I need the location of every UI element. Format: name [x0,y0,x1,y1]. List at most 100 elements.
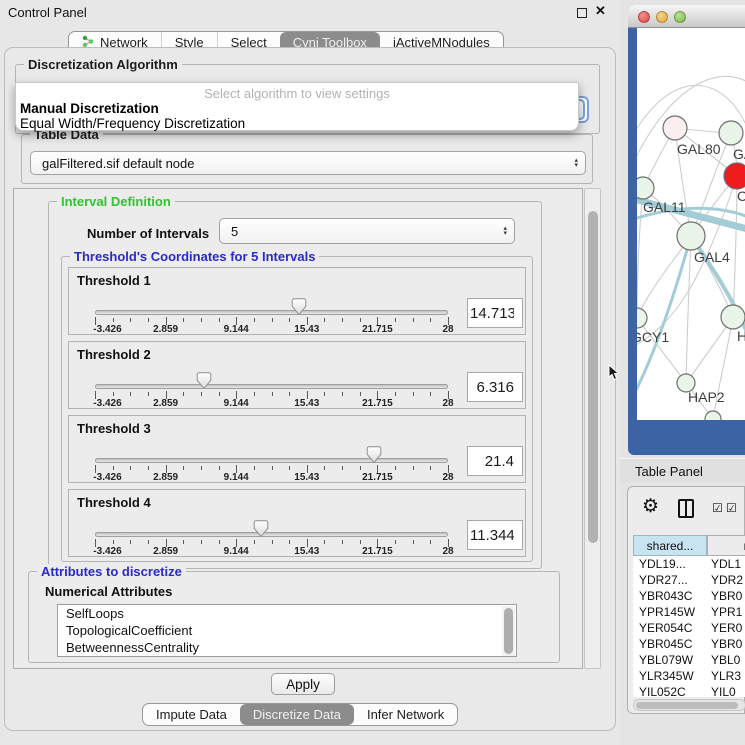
table-cell: YPR1 [707,605,742,619]
network-node-gcy1[interactable] [637,308,647,328]
network-node-ga[interactable] [719,121,743,145]
table-data-combobox[interactable]: galFiltered.sif default node ▴▾ [30,151,586,175]
minimize-traffic-light-icon[interactable] [656,11,668,23]
tick-label: 28 [442,472,453,483]
tab-infer-network[interactable]: Infer Network [354,704,457,725]
table-panel: ⚙ ☑ ☑ shared...n YDL19...YDL1YDR27...YDR… [627,486,745,714]
list-item[interactable]: TopologicalCoefficient [58,622,516,639]
close-icon[interactable]: ✕ [595,3,606,19]
network-graph[interactable]: GAL80GACGAL11GAL4GCY1HHAP2 [637,28,745,420]
tab-label: Impute Data [156,707,227,722]
threshold-slider[interactable]: -3.4262.8599.14415.4321.71528 [95,268,448,336]
table-row[interactable]: YLR345WYLR3 [633,668,745,684]
columns-icon[interactable] [678,499,694,518]
tick-label: 21.715 [362,324,393,335]
gear-icon[interactable]: ⚙ [642,495,659,518]
tab-label: Discretize Data [253,707,341,722]
slider-tick [148,540,149,544]
table-row[interactable]: YDR27...YDR2 [633,572,745,588]
apply-button[interactable]: Apply [271,673,335,695]
network-node-gal11[interactable] [637,177,654,199]
slider-tick [395,466,396,470]
dropdown-option[interactable]: Equal Width/Frequency Discretization [20,116,574,131]
threshold-slider[interactable]: -3.4262.8599.14415.4321.71528 [95,342,448,410]
tick-label: 28 [442,324,453,335]
dropdown-option[interactable]: Manual Discretization [20,101,574,116]
node-table[interactable]: shared...n YDL19...YDL1YDR27...YDR2YBR04… [633,535,745,697]
slider-track[interactable] [95,310,448,315]
zoom-traffic-light-icon[interactable] [674,11,686,23]
slider-track[interactable] [95,384,448,389]
scrollbar-thumb[interactable] [636,702,738,709]
slider-thumb[interactable] [366,446,381,463]
tick-label: -3.426 [93,324,121,335]
slider-tick [130,392,131,396]
slider-tick [130,466,131,470]
tab-discretize-data[interactable]: Discretize Data [240,704,354,725]
threshold-value-input[interactable] [467,298,523,328]
threshold-panel: Threshold 4 -3.4262.8599.14415.4321.7152… [68,489,526,557]
stepper-down-icon[interactable]: ▾ [574,163,578,168]
table-row[interactable]: YPR145WYPR1 [633,604,745,620]
scrollbar-thumb[interactable] [588,211,598,543]
table-row[interactable]: YIL052CYIL0 [633,684,745,697]
numerical-attributes-list[interactable]: SelfLoopsTopologicalCoefficientBetweenne… [57,604,517,657]
column-header[interactable]: n [707,535,745,556]
slider-tick [219,466,220,470]
slider-track[interactable] [95,458,448,463]
slider-tick [289,466,290,470]
list-item[interactable]: SelfLoops [58,605,516,622]
checkbox-icon[interactable]: ☑ [712,501,723,515]
slider-tick [342,392,343,396]
threshold-slider[interactable]: -3.4262.8599.14415.4321.71528 [95,416,448,484]
dropdown-hint: Select algorithm to view settings [16,86,578,101]
table-row[interactable]: YDL19...YDL1 [633,556,745,572]
checkbox-icon[interactable]: ☑ [726,501,737,515]
slider-tick [201,392,202,396]
network-node-c[interactable] [724,163,745,189]
list-scrollbar[interactable] [502,606,515,657]
slider-thumb[interactable] [197,372,212,389]
network-window-titlebar[interactable] [628,5,745,28]
stepper-down-icon[interactable]: ▾ [503,231,507,236]
number-of-intervals-combobox[interactable]: 5 ▴▾ [219,218,515,244]
tab-impute-data[interactable]: Impute Data [143,704,240,725]
stepper-icon[interactable]: ▴▾ [574,158,578,168]
threshold-slider[interactable]: -3.4262.8599.14415.4321.71528 [95,490,448,558]
vertical-scrollbar[interactable] [584,188,601,669]
tick-label: -3.426 [93,546,121,557]
tick-label: -3.426 [93,398,121,409]
network-canvas[interactable]: GAL80GACGAL11GAL4GCY1HHAP2 [637,28,745,420]
slider-tick [219,540,220,544]
list-item[interactable]: BetweennessCentrality [58,639,516,656]
horizontal-scrollbar[interactable] [633,699,745,711]
network-node-gal80[interactable] [663,116,687,140]
network-node-gal4[interactable] [677,222,705,250]
table-data-combobox-value: galFiltered.sif default node [42,156,194,171]
scrollbar-thumb[interactable] [504,608,513,654]
slider-thumb[interactable] [291,298,306,315]
table-cell: YBR045C [633,637,707,651]
slider-thumb[interactable] [253,520,268,537]
slider-tick [113,318,114,322]
slider-tick [289,318,290,322]
threshold-value-input[interactable] [467,372,523,402]
float-window-icon[interactable] [577,8,587,18]
close-traffic-light-icon[interactable] [638,11,650,23]
threshold-value-input[interactable] [467,446,523,476]
column-header[interactable]: shared... [633,535,707,556]
slider-tick [254,392,255,396]
threshold-value-input[interactable] [467,520,523,550]
slider-tick [413,318,414,322]
table-row[interactable]: YBL079WYBL0 [633,652,745,668]
table-row[interactable]: YBR045CYBR0 [633,636,745,652]
tick-label: 9.144 [224,472,249,483]
network-node-label: H [737,328,745,344]
table-row[interactable]: YBR043CYBR0 [633,588,745,604]
slider-tick [395,318,396,322]
table-row[interactable]: YER054CYER0 [633,620,745,636]
network-node-h[interactable] [721,305,745,329]
stepper-icon[interactable]: ▴▾ [503,226,507,236]
slider-track[interactable] [95,532,448,537]
tab-label: Infer Network [367,707,444,722]
